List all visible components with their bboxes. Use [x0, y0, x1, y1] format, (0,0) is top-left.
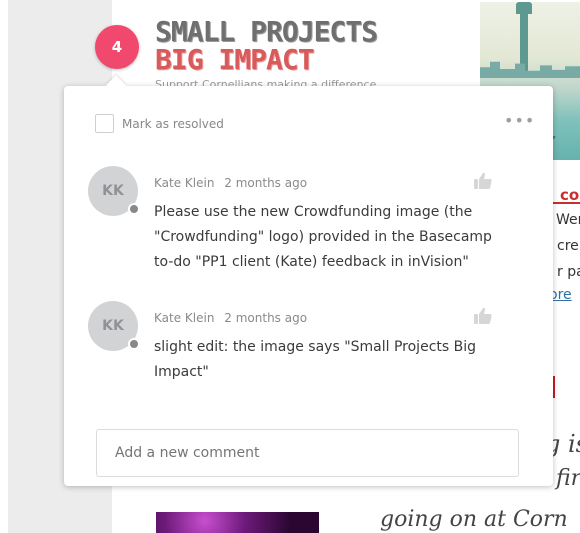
avatar-initials: KK: [102, 183, 124, 199]
headline-logo: SMALL PROJECTS BIG IMPACT: [155, 15, 378, 76]
comment-meta: Kate Klein 2 months ago: [154, 176, 307, 190]
article-text-fragment: Wen: [556, 212, 580, 228]
mark-resolved-control[interactable]: Mark as resolved: [95, 114, 224, 133]
comment-author: Kate Klein: [154, 311, 215, 325]
presence-dot: [128, 338, 140, 350]
comment-popover: Mark as resolved ••• KK Kate Klein 2 mon…: [64, 86, 553, 486]
more-dots-icon[interactable]: •••: [504, 113, 535, 129]
skyline-shape: [480, 61, 580, 78]
article-text-fragment: cre: [557, 238, 579, 254]
comment-meta: Kate Klein 2 months ago: [154, 311, 307, 325]
comment-body: slight edit: the image says "Small Proje…: [154, 339, 476, 380]
comment-time: 2 months ago: [224, 176, 308, 190]
thumbs-up-icon[interactable]: [473, 171, 493, 191]
page-margin: [0, 0, 8, 533]
quote-text-fragment: going on at Corn: [380, 507, 568, 532]
comment-time: 2 months ago: [224, 311, 308, 325]
headline-line-1: SMALL PROJECTS: [155, 15, 378, 48]
new-comment-input[interactable]: [96, 429, 519, 477]
comment-body: Please use the new Crowdfunding image (t…: [154, 204, 492, 270]
article-text-fragment: r pa: [557, 264, 580, 280]
comment-author: Kate Klein: [154, 176, 215, 190]
purple-photo: [156, 512, 319, 533]
comment-count-badge[interactable]: 4: [95, 25, 139, 69]
quote-text-fragment: fir: [556, 466, 580, 491]
thumbs-up-icon[interactable]: [473, 306, 493, 326]
headline-line-2: BIG IMPACT: [155, 43, 315, 76]
presence-dot: [128, 203, 140, 215]
avatar-initials: KK: [102, 318, 124, 334]
resolve-label: Mark as resolved: [122, 116, 224, 131]
resolve-checkbox[interactable]: [95, 114, 114, 133]
